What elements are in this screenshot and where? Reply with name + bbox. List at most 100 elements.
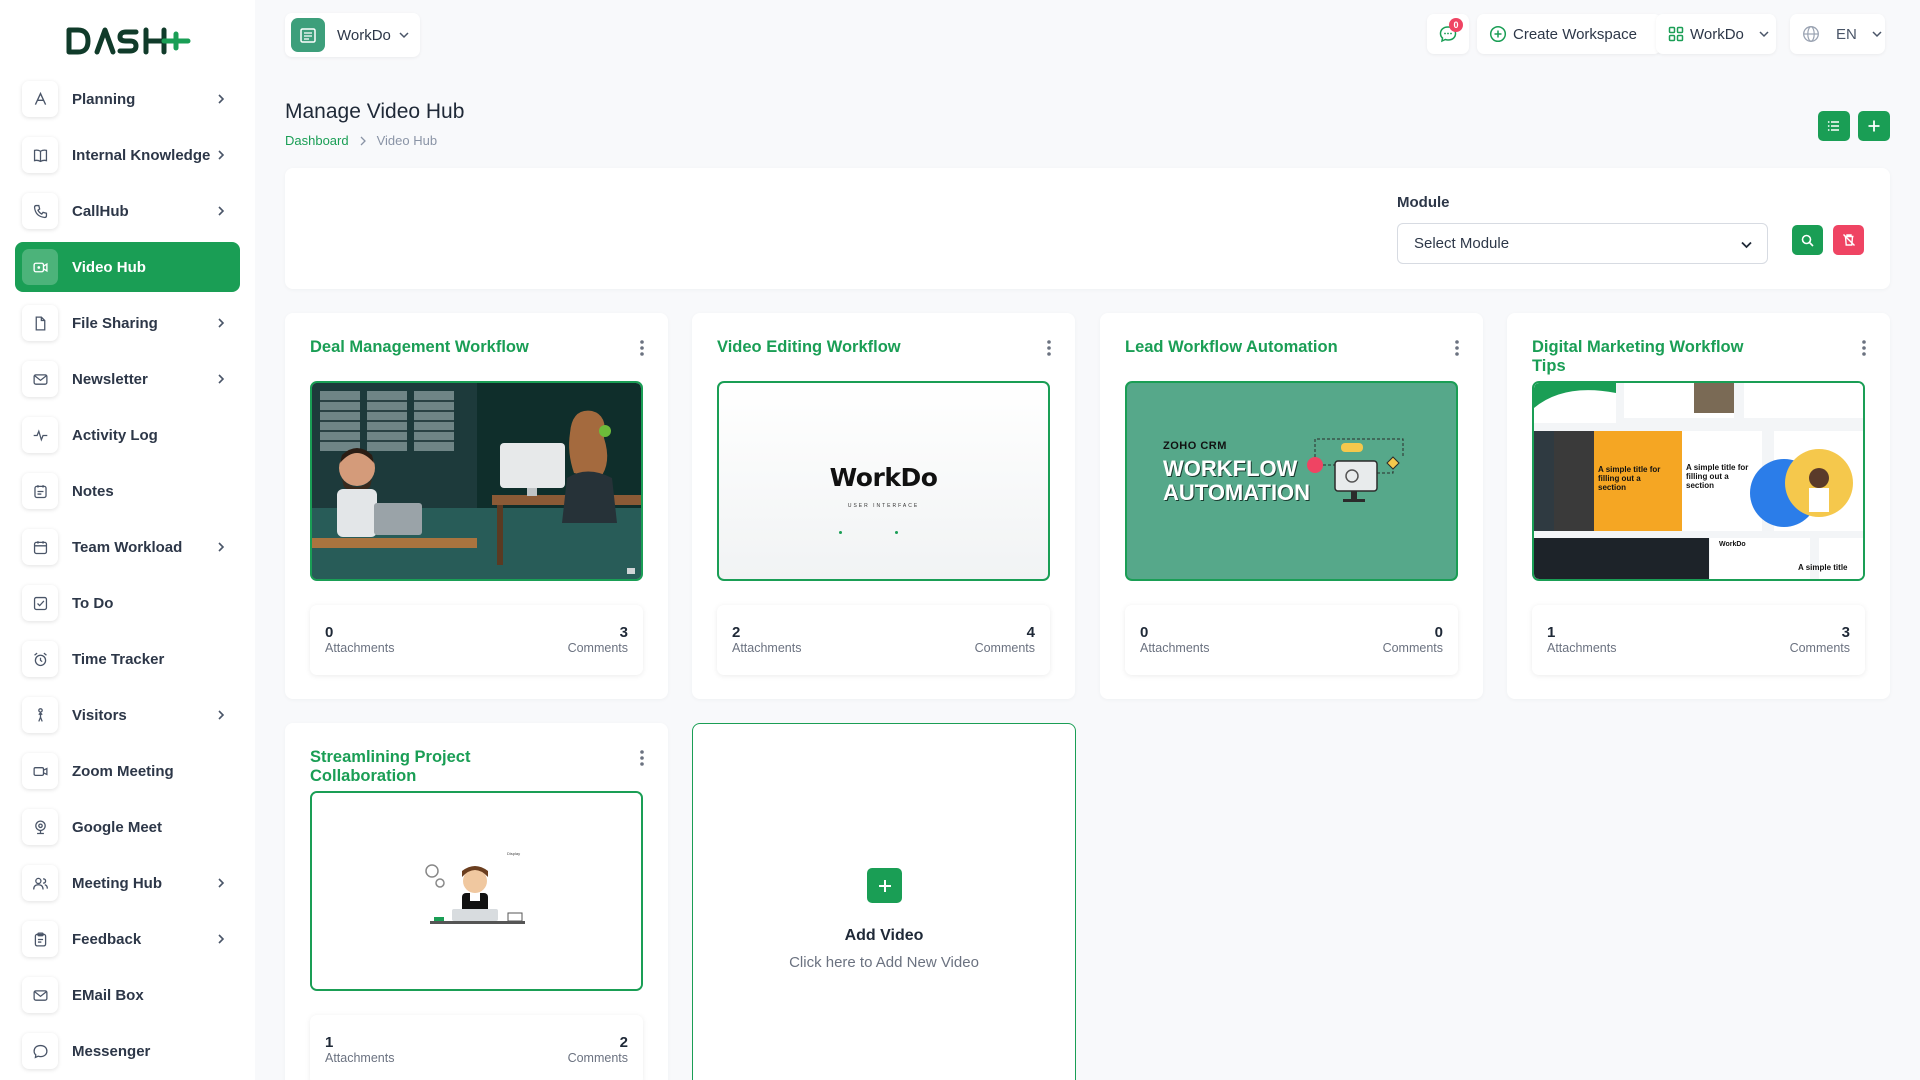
notes-icon [22, 473, 58, 509]
breadcrumb-current: Video Hub [376, 133, 438, 148]
language-switcher[interactable]: EN [1790, 14, 1885, 54]
add-video-card[interactable]: Add Video Click here to Add New Video [692, 723, 1076, 1080]
sidebar-item-label: Internal Knowledge [72, 146, 211, 164]
messages-button[interactable]: 0 [1427, 14, 1469, 54]
video-stats: 0 Attachments 0 Comments [1125, 605, 1458, 675]
attachments-label: Attachments [732, 641, 802, 655]
add-video-title: Add Video [844, 927, 924, 944]
sidebar-item-notes[interactable]: Notes [15, 466, 240, 516]
workspace-name: WorkDo [337, 26, 391, 44]
search-button[interactable] [1792, 225, 1823, 255]
sidebar-item-callhub[interactable]: CallHub [15, 186, 240, 236]
sidebar-item-activity-log[interactable]: Activity Log [15, 410, 240, 460]
video-title[interactable]: Deal Management Workflow [310, 338, 610, 357]
comments-label: Comments [1789, 641, 1850, 655]
video-card[interactable]: Video Editing Workflow WorkDo USER INTER… [692, 313, 1075, 699]
grid-icon [1668, 26, 1684, 42]
chevron-down-icon [1741, 241, 1752, 249]
video-title[interactable]: Video Editing Workflow [717, 338, 1017, 357]
page-title: Manage Video Hub [285, 100, 465, 123]
video-card[interactable]: Digital Marketing Workflow Tips A simple… [1507, 313, 1890, 699]
video-card[interactable]: Lead Workflow Automation ZOHO CRM WORKFL… [1100, 313, 1483, 699]
video-title[interactable]: Lead Workflow Automation [1125, 338, 1425, 357]
workspace-switcher[interactable]: WorkDo [285, 13, 420, 57]
video-card[interactable]: Deal Management Workflow 0 Attachments 3… [285, 313, 668, 699]
sidebar-item-email-box[interactable]: EMail Box [15, 970, 240, 1020]
module-select[interactable]: Select Module [1397, 223, 1768, 264]
create-video-button[interactable] [1858, 111, 1890, 141]
sidebar-item-team-workload[interactable]: Team Workload [15, 522, 240, 572]
sidebar-item-internal-knowledge[interactable]: Internal Knowledge [15, 130, 240, 180]
workflow-diagram-illustration [1307, 438, 1404, 502]
create-workspace-button[interactable]: Create Workspace [1477, 14, 1661, 54]
more-options-icon[interactable] [1862, 340, 1866, 356]
sidebar-item-label: File Sharing [72, 314, 158, 332]
clipboard-icon [22, 921, 58, 957]
video-thumbnail[interactable]: Display [310, 791, 643, 991]
chevron-right-icon [218, 206, 225, 216]
thumbnail-caption: A simple title for filling out a section [1598, 465, 1661, 492]
file-icon [22, 305, 58, 341]
sidebar-item-time-tracker[interactable]: Time Tracker [15, 634, 240, 684]
thumbnail-dot [895, 531, 898, 534]
reset-filter-button[interactable] [1833, 225, 1864, 255]
thumbnail-caption: A simple title for filling out a section [1686, 463, 1749, 490]
sidebar-item-label: Planning [72, 90, 136, 108]
sidebar-item-to-do[interactable]: To Do [15, 578, 240, 628]
sidebar-item-newsletter[interactable]: Newsletter [15, 354, 240, 404]
envelope-icon [22, 977, 58, 1013]
video-title[interactable]: Streamlining Project Collaboration [310, 748, 510, 786]
create-workspace-label: Create Workspace [1513, 25, 1637, 43]
plus-circle-icon [1489, 25, 1507, 43]
video-stats: 1 Attachments 2 Comments [310, 1015, 643, 1080]
book-icon [22, 137, 58, 173]
sidebar-item-planning[interactable]: Planning [15, 74, 240, 124]
plus-icon [878, 879, 891, 892]
add-video-plus-button[interactable] [867, 868, 902, 903]
filter-card: Module Select Module [285, 168, 1890, 289]
sidebar-item-visitors[interactable]: Visitors [15, 690, 240, 740]
attachments-label: Attachments [325, 641, 395, 655]
video-thumbnail[interactable]: A simple title for filling out a section… [1532, 381, 1865, 581]
sidebar-item-file-sharing[interactable]: File Sharing [15, 298, 240, 348]
sidebar-item-label: Newsletter [72, 370, 148, 388]
more-options-icon[interactable] [1455, 340, 1459, 356]
sidebar-item-google-meet[interactable]: Google Meet [15, 802, 240, 852]
thumbnail-dot [839, 531, 842, 534]
sidebar-item-label: Feedback [72, 930, 142, 948]
more-options-icon[interactable] [1047, 340, 1051, 356]
video-card[interactable]: Streamlining Project Collaboration Displ… [285, 723, 668, 1080]
list-view-button[interactable] [1818, 111, 1850, 141]
sidebar-item-label: Notes [72, 482, 114, 500]
breadcrumb-dashboard-link[interactable]: Dashboard [285, 133, 349, 148]
calendar-icon [22, 529, 58, 565]
dash-logo[interactable] [64, 24, 194, 58]
plus-icon [1868, 120, 1880, 132]
comments-label: Comments [567, 641, 628, 655]
organization-switcher[interactable]: WorkDo [1656, 14, 1776, 54]
video-title[interactable]: Digital Marketing Workflow Tips [1532, 338, 1762, 376]
video-thumbnail[interactable] [310, 381, 643, 581]
thumbnail-brand-text: WorkDo [1719, 541, 1746, 548]
camera-icon [22, 753, 58, 789]
more-options-icon[interactable] [640, 340, 644, 356]
attachments-count: 2 [732, 624, 741, 641]
thumbnail-headline-1: WORKFLOW [1163, 456, 1298, 481]
sidebar-item-zoom-meeting[interactable]: Zoom Meeting [15, 746, 240, 796]
video-thumbnail[interactable]: WorkDo USER INTERFACE [717, 381, 1050, 581]
comments-count: 3 [619, 624, 628, 641]
sidebar-item-label: Visitors [72, 706, 127, 724]
sidebar-item-video-hub[interactable]: Video Hub [15, 242, 240, 292]
chevron-right-icon [218, 710, 225, 720]
workspace-logo-icon [291, 18, 325, 52]
sidebar-item-messenger[interactable]: Messenger [15, 1026, 240, 1076]
attachments-count: 0 [1140, 624, 1149, 641]
attachments-count: 0 [325, 624, 334, 641]
more-options-icon[interactable] [640, 750, 644, 766]
activity-icon [22, 417, 58, 453]
video-thumbnail[interactable]: ZOHO CRM WORKFLOW AUTOMATION [1125, 381, 1458, 581]
sidebar-item-feedback[interactable]: Feedback [15, 914, 240, 964]
trash-off-icon [1842, 234, 1855, 246]
sidebar-item-meeting-hub[interactable]: Meeting Hub [15, 858, 240, 908]
thumbnail-kicker: ZOHO CRM [1163, 440, 1227, 452]
